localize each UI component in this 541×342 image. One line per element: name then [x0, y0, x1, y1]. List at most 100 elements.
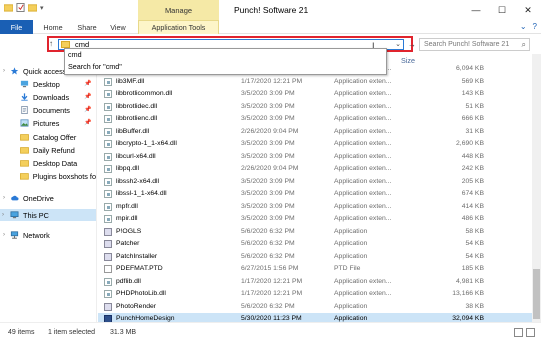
- search-input[interactable]: Search Punch! Software 21 ⌕: [419, 38, 530, 51]
- go-arrow-icon[interactable]: →: [406, 39, 418, 50]
- properties-icon[interactable]: [16, 3, 25, 12]
- dll-file-icon: [104, 77, 112, 86]
- file-row[interactable]: libBuffer.dll 2/26/2020 9:04 PM Applicatio…: [98, 126, 541, 138]
- help-icon[interactable]: ?: [533, 22, 537, 31]
- chevron-down-icon[interactable]: ⌄: [393, 40, 403, 50]
- file-name: PhotoRender: [116, 302, 157, 310]
- nav-pictures[interactable]: Pictures: [20, 117, 59, 129]
- file-row[interactable]: libbrotlienc.dll 3/5/2020 3:09 PM Applicat…: [98, 113, 541, 125]
- file-row[interactable]: PatchInstaller 5/6/2020 6:32 PM Applicatio…: [98, 251, 541, 263]
- pin-icon: 📌: [84, 81, 92, 87]
- file-row[interactable]: PHDPhotoLib.dll 1/17/2020 12:21 PM Applica…: [98, 288, 541, 300]
- search-icon: ⌕: [521, 40, 526, 49]
- file-type: Application exten...: [334, 177, 392, 185]
- file-date: 3/5/2020 3:09 PM: [241, 152, 295, 160]
- file-type: Application exten...: [334, 202, 392, 210]
- scrollbar-thumb[interactable]: [533, 269, 540, 319]
- qat-customize-icon[interactable]: ▾: [40, 4, 44, 12]
- maximize-button[interactable]: ☐: [489, 0, 515, 20]
- application-icon: [104, 240, 112, 248]
- file-type: Application exten...: [334, 115, 392, 122]
- file-size: 4,981 KB: [456, 277, 484, 285]
- file-row[interactable]: mpir.dll 3/5/2020 3:09 PM Application exte…: [98, 213, 541, 225]
- file-type: Application exten...: [334, 152, 392, 160]
- minimize-button[interactable]: —: [463, 0, 489, 20]
- suggestion-search-cmd[interactable]: Search for "cmd": [65, 61, 386, 73]
- nav-catalog-offer[interactable]: Catalog Offer: [20, 131, 76, 143]
- nav-this-pc[interactable]: › This PC: [0, 209, 96, 221]
- nav-downloads[interactable]: Downloads: [20, 91, 69, 103]
- file-row[interactable]: libpq.dll 2/26/2020 9:04 PM Application ex…: [98, 163, 541, 175]
- ribbon-expand-icon[interactable]: ⌄: [520, 22, 527, 31]
- nav-onedrive[interactable]: › OneDrive: [3, 192, 54, 204]
- large-icons-view-icon[interactable]: [526, 328, 535, 337]
- file-row[interactable]: libbrotlidec.dll 3/5/2020 3:09 PM Applicat…: [98, 101, 541, 113]
- file-row[interactable]: mpfr.dll 3/5/2020 3:09 PM Application exte…: [98, 201, 541, 213]
- file-name: lib3MF.dll: [116, 77, 145, 85]
- file-type: PTD File: [334, 265, 361, 272]
- dll-file-icon: [104, 290, 112, 298]
- nav-documents[interactable]: Documents: [20, 104, 70, 116]
- tab-application-tools[interactable]: Application Tools: [138, 20, 219, 34]
- file-size: 2,690 KB: [456, 140, 484, 147]
- network-icon: [10, 231, 19, 239]
- file-name: libbrotlienc.dll: [116, 115, 158, 122]
- nav-network[interactable]: › Network: [3, 229, 50, 241]
- file-date: 6/27/2015 1:56 PM: [241, 265, 299, 272]
- tab-home[interactable]: Home: [38, 20, 68, 34]
- nav-label: This PC: [23, 210, 49, 220]
- file-date: 5/6/2020 6:32 PM: [241, 302, 295, 310]
- file-row[interactable]: libcrypto-1_1-x64.dll 3/5/2020 3:09 PM App…: [98, 138, 541, 150]
- file-name: PHDPhotoLib.dll: [116, 290, 166, 297]
- file-row[interactable]: libssh2-x64.dll 3/5/2020 3:09 PM Applicati…: [98, 176, 541, 188]
- details-view-icon[interactable]: [514, 328, 523, 337]
- file-row[interactable]: lib3MF.dll 1/17/2020 12:21 PM Application …: [98, 76, 541, 88]
- desktop-icon: [20, 80, 29, 88]
- file-size: 32,094 KB: [452, 315, 484, 322]
- folder-icon: [4, 4, 13, 12]
- tab-file[interactable]: File: [0, 20, 33, 34]
- up-arrow-icon[interactable]: ↑: [49, 38, 53, 50]
- file-row[interactable]: libbrotlicommon.dll 3/5/2020 3:09 PM Appli…: [98, 88, 541, 100]
- navigation-pane: › Quick access Desktop 📌 Downloads 📌 Doc…: [0, 54, 97, 322]
- computer-icon: [10, 211, 19, 219]
- file-name: libBuffer.dll: [116, 127, 150, 135]
- file-name: PunchHomeDesign: [116, 315, 175, 322]
- file-row[interactable]: libcurl-x64.dll 3/5/2020 3:09 PM Applicati…: [98, 151, 541, 163]
- file-name: libcurl-x64.dll: [116, 152, 156, 160]
- nav-label: Daily Refund: [33, 145, 75, 155]
- file-size: 143 KB: [461, 90, 484, 97]
- file-name: Patcher: [116, 240, 140, 247]
- close-button[interactable]: ✕: [515, 0, 541, 20]
- file-date: 2/26/2020 9:04 PM: [241, 127, 299, 135]
- file-date: 3/5/2020 3:09 PM: [241, 177, 295, 185]
- file-date: 5/6/2020 6:32 PM: [241, 227, 295, 235]
- vertical-scrollbar[interactable]: [532, 54, 541, 322]
- tab-view[interactable]: View: [104, 20, 132, 34]
- file-row[interactable]: PDEFMAT.PTD 6/27/2015 1:56 PM PTD File 185 …: [98, 263, 541, 275]
- suggestion-cmd[interactable]: cmd: [65, 49, 386, 61]
- file-row[interactable]: libssl-1_1-x64.dll 3/5/2020 3:09 PM Applic…: [98, 188, 541, 200]
- nav-quick-access[interactable]: › Quick access: [3, 65, 66, 77]
- nav-label: Catalog Offer: [33, 132, 77, 142]
- file-row[interactable]: PhotoRender 5/6/2020 6:32 PM Application 38…: [98, 301, 541, 313]
- tab-share[interactable]: Share: [72, 20, 102, 34]
- nav-desktop[interactable]: Desktop: [20, 78, 60, 90]
- dll-file-icon: [104, 115, 112, 123]
- nav-daily-refund[interactable]: Daily Refund: [20, 144, 75, 156]
- file-row[interactable]: pdflib.dll 1/17/2020 12:21 PM Application …: [98, 276, 541, 288]
- file-size: 242 KB: [461, 165, 484, 172]
- file-size: 414 KB: [461, 202, 484, 210]
- file-size: 205 KB: [461, 177, 484, 185]
- nav-plugins-boxshots[interactable]: Plugins boxshots fo: [20, 170, 96, 182]
- file-name: mpfr.dll: [116, 202, 138, 210]
- nav-desktop-data[interactable]: Desktop Data: [20, 157, 77, 169]
- file-type: Application exten...: [334, 290, 392, 297]
- file-type: Application exten...: [334, 77, 392, 85]
- file-size: 38 KB: [465, 302, 484, 310]
- file-row[interactable]: Patcher 5/6/2020 6:32 PM Application 54 KB: [98, 238, 541, 250]
- dll-file-icon: [104, 177, 112, 186]
- new-folder-icon[interactable]: [28, 3, 37, 12]
- file-row[interactable]: P!OGLS 5/6/2020 6:32 PM Application 58 KB: [98, 226, 541, 238]
- file-date: 3/5/2020 3:09 PM: [241, 90, 295, 97]
